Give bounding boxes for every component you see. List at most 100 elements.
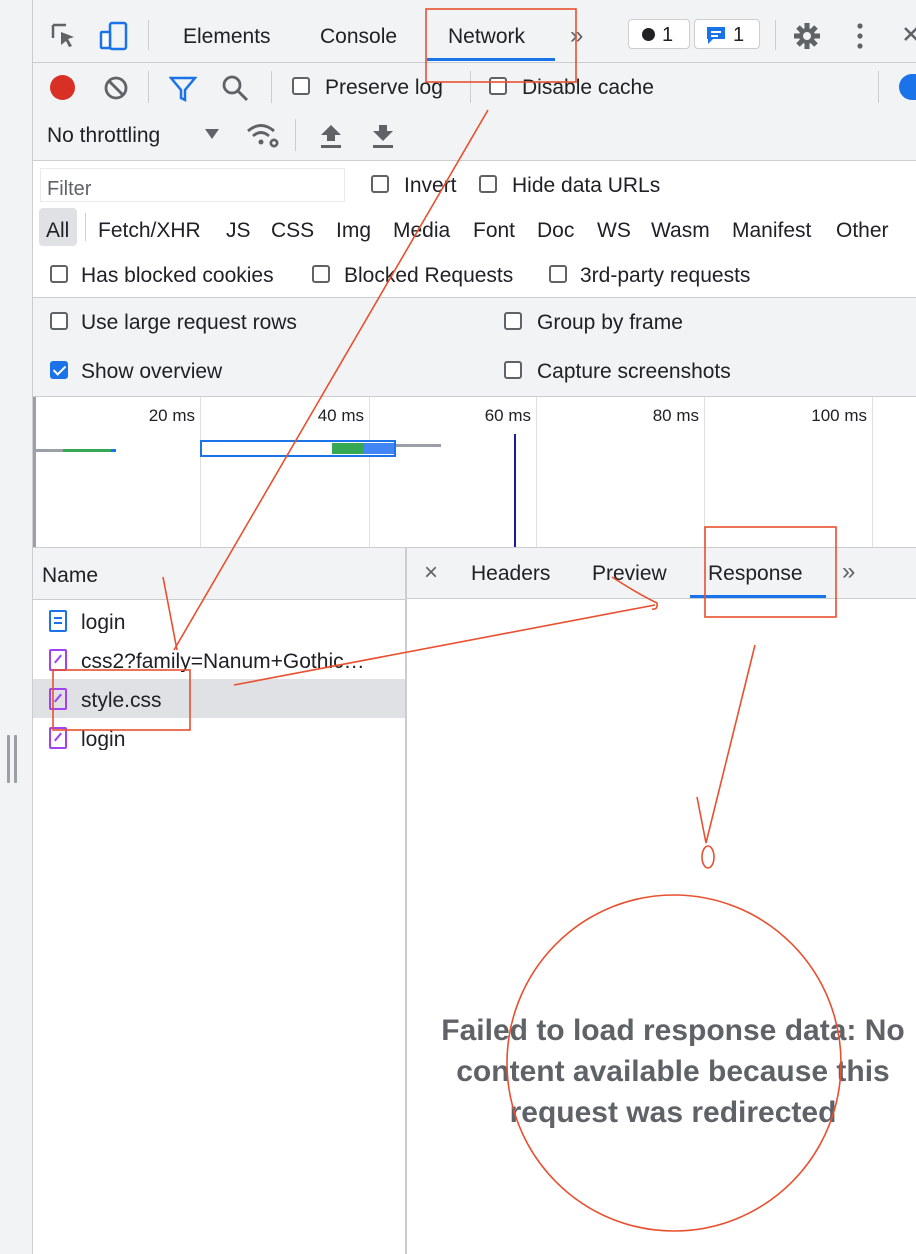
invert-label: Invert	[404, 174, 457, 197]
type-filter-wasm[interactable]: Wasm	[651, 220, 710, 241]
preserve-log-checkbox[interactable]	[292, 77, 310, 95]
overview-timeline[interactable]: 20 ms 40 ms 60 ms 80 ms 100 ms	[33, 397, 916, 548]
type-filter-css[interactable]: CSS	[271, 220, 314, 241]
request-name: css2?family=Nanum+Gothic…	[81, 651, 365, 672]
type-filter-fetch-xhr[interactable]: Fetch/XHR	[98, 220, 201, 241]
overview-bar-blue	[111, 449, 116, 452]
search-icon[interactable]	[221, 74, 249, 102]
name-column-title: Name	[42, 564, 99, 587]
preserve-log-label: Preserve log	[325, 76, 443, 99]
more-tabs-chevron-icon[interactable]: »	[570, 24, 583, 48]
third-party-requests-checkbox[interactable]	[549, 265, 567, 283]
name-column-header[interactable]: Name	[33, 548, 405, 600]
table-row[interactable]: login	[33, 718, 405, 757]
filter-section: Filter Invert Hide data URLs All Fetch/X…	[33, 161, 916, 298]
throttling-toolbar: No throttling	[33, 110, 916, 161]
tab-console[interactable]: Console	[320, 26, 397, 47]
overview-bar-waiting	[332, 443, 364, 454]
hide-data-urls-checkbox[interactable]	[479, 175, 497, 193]
type-filter-other[interactable]: Other	[836, 220, 889, 241]
request-name: style.css	[81, 690, 162, 711]
chevron-down-icon[interactable]	[205, 129, 219, 139]
network-settings-gear-icon[interactable]	[899, 74, 916, 100]
show-overview-label: Show overview	[81, 360, 223, 383]
overview-dom-content-loaded-line	[514, 434, 516, 547]
close-icon[interactable]	[903, 26, 916, 46]
table-row[interactable]: css2?family=Nanum+Gothic…	[33, 640, 405, 679]
request-list: Name login css2?family=Nanum+Gothic… sty…	[33, 548, 407, 1254]
record-icon[interactable]	[50, 75, 75, 100]
network-conditions-wifi-icon[interactable]	[245, 121, 281, 149]
resize-grip-icon[interactable]	[7, 735, 17, 783]
stylesheet-file-icon	[49, 727, 67, 749]
table-row[interactable]: login	[33, 601, 405, 640]
more-detail-tabs-chevron-icon[interactable]: »	[842, 560, 855, 584]
inspect-element-icon[interactable]	[50, 22, 78, 50]
tick-40ms: 40 ms	[317, 406, 364, 425]
blocked-requests-checkbox[interactable]	[312, 265, 330, 283]
filter-input[interactable]: Filter	[40, 168, 345, 202]
close-detail-icon[interactable]: ×	[424, 561, 438, 585]
tick-100ms: 100 ms	[811, 406, 867, 425]
tab-headers[interactable]: Headers	[471, 563, 550, 584]
errors-badge[interactable]: 1	[628, 19, 690, 49]
has-blocked-cookies-label: Has blocked cookies	[81, 264, 274, 287]
kebab-menu-icon[interactable]	[855, 22, 865, 50]
errors-count: 1	[662, 24, 674, 46]
export-har-download-icon[interactable]	[371, 123, 395, 149]
error-dot-icon	[642, 28, 655, 41]
has-blocked-cookies-checkbox[interactable]	[50, 265, 68, 283]
type-filter-all[interactable]: All	[46, 220, 69, 241]
type-filter-manifest[interactable]: Manifest	[732, 220, 811, 241]
request-detail-pane: × Headers Preview Response » Failed to l…	[407, 548, 916, 1254]
settings-section: Use large request rows Group by frame Sh…	[33, 298, 916, 397]
type-filter-media[interactable]: Media	[393, 220, 450, 241]
type-filter-js[interactable]: JS	[226, 220, 251, 241]
blocked-requests-label: Blocked Requests	[344, 264, 514, 287]
table-row-selected[interactable]: style.css	[33, 679, 405, 718]
request-name: login	[81, 729, 126, 750]
type-filter-doc[interactable]: Doc	[537, 220, 574, 241]
device-toolbar-icon[interactable]	[98, 20, 130, 52]
request-name: login	[81, 612, 126, 633]
tab-preview[interactable]: Preview	[592, 563, 667, 584]
tab-network-active-indicator	[427, 58, 555, 61]
large-rows-checkbox[interactable]	[50, 312, 68, 330]
type-filter-img[interactable]: Img	[336, 220, 371, 241]
main-tab-bar: Elements Console Network » 1 1	[33, 0, 916, 63]
overview-bar-gray	[33, 449, 63, 452]
hide-data-urls-label: Hide data URLs	[512, 174, 661, 197]
invert-checkbox[interactable]	[371, 175, 389, 193]
overview-bar-download	[364, 443, 394, 454]
large-rows-label: Use large request rows	[81, 311, 297, 334]
capture-screenshots-checkbox[interactable]	[504, 361, 522, 379]
tab-response[interactable]: Response	[708, 563, 803, 584]
group-by-frame-label: Group by frame	[537, 311, 683, 334]
overview-bar-green	[63, 449, 111, 452]
capture-screenshots-label: Capture screenshots	[537, 360, 731, 383]
overview-bar-tail	[396, 444, 441, 447]
stylesheet-file-icon	[49, 688, 67, 710]
type-filter-ws[interactable]: WS	[597, 220, 631, 241]
throttling-select[interactable]: No throttling	[47, 125, 160, 146]
type-filter-font[interactable]: Font	[473, 220, 515, 241]
response-error-message: Failed to load response data: No content…	[441, 1014, 905, 1129]
messages-badge[interactable]: 1	[694, 19, 760, 49]
messages-count: 1	[733, 24, 745, 46]
group-by-frame-checkbox[interactable]	[504, 312, 522, 330]
document-file-icon	[49, 610, 67, 632]
tab-elements[interactable]: Elements	[183, 26, 271, 47]
filter-icon[interactable]	[169, 76, 197, 102]
disable-cache-label: Disable cache	[522, 76, 654, 99]
tab-response-active-indicator	[690, 595, 826, 598]
tab-network[interactable]: Network	[448, 26, 525, 47]
import-har-upload-icon[interactable]	[319, 123, 343, 149]
show-overview-checkbox[interactable]	[50, 361, 68, 379]
overview-left-edge	[33, 397, 36, 547]
stylesheet-file-icon	[49, 649, 67, 671]
disable-cache-checkbox[interactable]	[489, 77, 507, 95]
gear-icon[interactable]	[793, 22, 821, 50]
clear-icon[interactable]	[103, 75, 129, 101]
message-icon	[707, 27, 725, 44]
tick-60ms: 60 ms	[484, 406, 531, 425]
